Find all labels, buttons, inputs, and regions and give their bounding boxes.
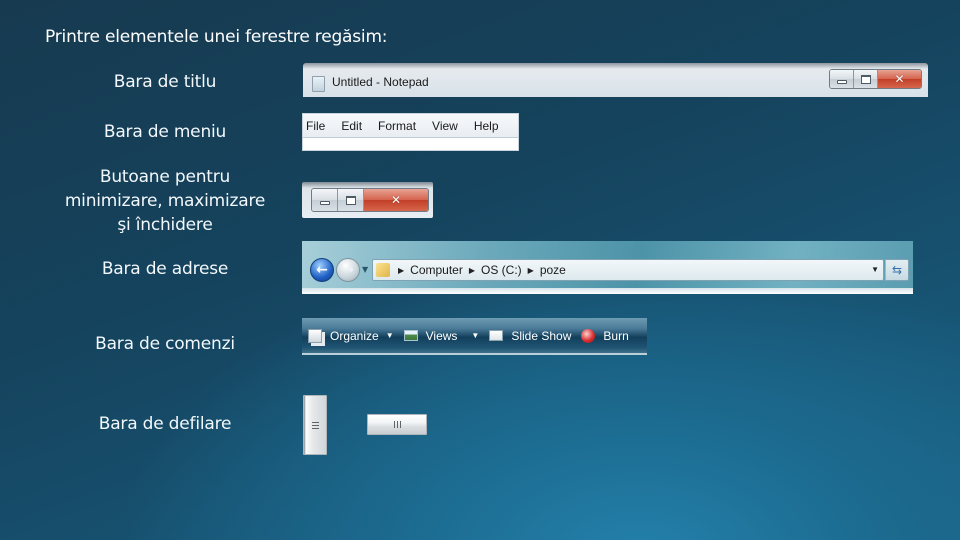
caption-buttons-example: ✕ bbox=[302, 182, 433, 218]
back-button[interactable]: ← bbox=[310, 258, 334, 282]
label-address-bar: Bara de adrese bbox=[101, 259, 229, 279]
horizontal-scrollbar-thumb[interactable] bbox=[367, 414, 427, 435]
chevron-down-icon: ▼ bbox=[385, 331, 394, 340]
breadcrumb-drive[interactable]: OS (C:) bbox=[481, 263, 522, 277]
menu-bar: File Edit Format View Help bbox=[302, 113, 519, 151]
close-button[interactable]: ✕ bbox=[364, 189, 428, 211]
address-bar: ← → ▼ ▶ Computer ▶ OS (C:) ▶ poze ▼ ⇆ bbox=[302, 241, 913, 294]
menu-help[interactable]: Help bbox=[471, 119, 505, 133]
minimize-icon bbox=[836, 79, 847, 84]
back-arrow-icon: ← bbox=[316, 262, 328, 278]
burn-label: Burn bbox=[603, 328, 629, 343]
label-caption-buttons: Butoane pentru minimizare, maximizare şi… bbox=[20, 165, 310, 237]
title-bar[interactable]: Untitled - Notepad ✕ bbox=[303, 63, 928, 97]
close-button[interactable]: ✕ bbox=[878, 70, 921, 88]
label-caption-buttons-line3: şi închidere bbox=[117, 215, 213, 235]
minimize-icon bbox=[319, 200, 330, 205]
organize-icon bbox=[308, 328, 322, 343]
folder-icon bbox=[376, 263, 390, 277]
notepad-icon bbox=[312, 76, 325, 92]
slide-heading: Printre elementele unei ferestre regăsim… bbox=[45, 27, 388, 47]
organize-button[interactable]: Organize ▼ bbox=[308, 328, 394, 343]
refresh-icon: ⇆ bbox=[891, 263, 903, 277]
refresh-button[interactable]: ⇆ bbox=[885, 259, 909, 281]
burn-icon bbox=[581, 328, 596, 343]
views-button[interactable]: Views ▼ bbox=[403, 328, 480, 343]
menu-file[interactable]: File bbox=[303, 119, 331, 133]
breadcrumb-separator-icon[interactable]: ▶ bbox=[469, 266, 475, 275]
recent-pages-dropdown-icon[interactable]: ▼ bbox=[362, 265, 368, 274]
minimize-button[interactable] bbox=[312, 189, 338, 211]
address-dropdown-icon[interactable]: ▼ bbox=[871, 265, 879, 274]
breadcrumb-separator-icon[interactable]: ▶ bbox=[528, 266, 534, 275]
slideshow-icon bbox=[489, 330, 504, 341]
slideshow-label: Slide Show bbox=[511, 328, 572, 343]
label-menu-bar: Bara de meniu bbox=[103, 122, 227, 142]
maximize-button[interactable] bbox=[854, 70, 878, 88]
caption-buttons: ✕ bbox=[829, 69, 922, 89]
grip-icon bbox=[312, 422, 319, 430]
command-bar: Organize ▼ Views ▼ Slide Show Burn bbox=[302, 318, 647, 355]
label-caption-buttons-line1: Butoane pentru bbox=[99, 167, 231, 187]
chevron-down-icon: ▼ bbox=[471, 331, 480, 340]
minimize-button[interactable] bbox=[830, 70, 854, 88]
label-title-bar: Bara de titlu bbox=[113, 72, 217, 92]
caption-buttons-group: ✕ bbox=[311, 188, 429, 212]
menu-edit[interactable]: Edit bbox=[338, 119, 368, 133]
breadcrumb-poze[interactable]: poze bbox=[540, 263, 566, 277]
menu-view[interactable]: View bbox=[429, 119, 464, 133]
maximize-icon bbox=[345, 195, 356, 205]
breadcrumb-computer[interactable]: Computer bbox=[410, 263, 463, 277]
grip-icon bbox=[394, 421, 402, 428]
slideshow-button[interactable]: Slide Show bbox=[489, 329, 571, 343]
close-icon: ✕ bbox=[390, 193, 402, 207]
close-icon: ✕ bbox=[894, 72, 905, 86]
window-title: Untitled - Notepad bbox=[332, 75, 429, 89]
menu-format[interactable]: Format bbox=[375, 119, 422, 133]
forward-arrow-icon: → bbox=[342, 262, 354, 278]
maximize-icon bbox=[860, 74, 871, 84]
address-field[interactable]: ▶ Computer ▶ OS (C:) ▶ poze ▼ bbox=[372, 259, 884, 281]
burn-button[interactable]: Burn bbox=[581, 328, 629, 343]
vertical-scrollbar-thumb[interactable] bbox=[303, 395, 327, 455]
maximize-button[interactable] bbox=[338, 189, 364, 211]
breadcrumb-separator-icon[interactable]: ▶ bbox=[398, 266, 404, 275]
label-scroll-bar: Bara de defilare bbox=[98, 414, 232, 434]
views-icon bbox=[403, 330, 418, 341]
views-label: Views bbox=[425, 328, 458, 343]
organize-label: Organize bbox=[330, 328, 379, 343]
label-command-bar: Bara de comenzi bbox=[95, 334, 235, 354]
forward-button[interactable]: → bbox=[336, 258, 360, 282]
label-caption-buttons-line2: minimizare, maximizare bbox=[64, 191, 266, 211]
